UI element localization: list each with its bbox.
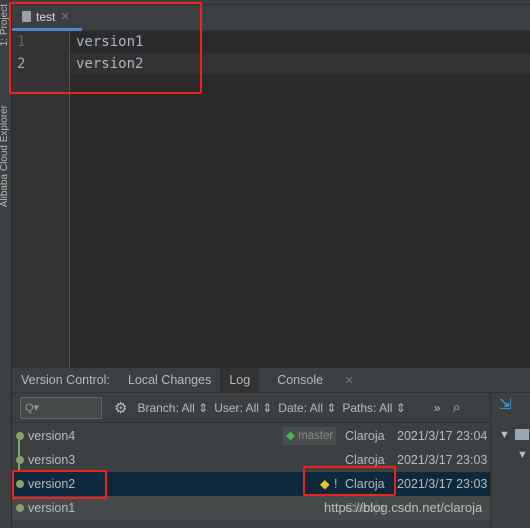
expand-arrow-icon[interactable]: ▼ — [499, 429, 510, 441]
commit-message: version4 — [28, 429, 76, 443]
commit-message: version1 — [28, 501, 76, 515]
expand-arrow-icon[interactable]: ▼ — [517, 449, 528, 461]
branch-label: ◆ master — [283, 427, 337, 445]
folder-icon — [515, 429, 529, 440]
commit-dot — [16, 432, 24, 440]
paths-filter[interactable]: Paths: All ⇕ — [342, 401, 405, 415]
commit-date: 2021/3/17 23:03 — [397, 453, 488, 467]
tab-local-changes[interactable]: Local Changes — [119, 368, 220, 393]
search-input[interactable]: Q▾ — [20, 396, 102, 419]
collapse-icon[interactable]: ⇲ — [499, 395, 512, 413]
gear-icon[interactable]: ⚙ — [114, 399, 127, 417]
highlight-box — [12, 470, 107, 499]
highlight-box — [9, 2, 202, 94]
log-toolbar: Q▾ ⚙ Branch: All ⇕ User: All ⇕ Date: All… — [12, 393, 490, 423]
search-icon[interactable]: ⌕ — [452, 399, 460, 416]
tab-console-label: Console — [277, 372, 324, 387]
close-icon[interactable]: ✕ — [336, 375, 363, 387]
tab-console[interactable]: Console ✕ — [259, 368, 372, 393]
commit-date: 2021/3/17 23:04 — [397, 429, 488, 443]
panel-title: Version Control: — [21, 372, 110, 387]
commit-dot — [16, 504, 24, 512]
user-filter[interactable]: User: All ⇕ — [214, 401, 272, 415]
tab-log[interactable]: Log — [220, 367, 260, 393]
commit-row[interactable]: version3 Claroja 2021/3/17 23:03 — [12, 448, 490, 472]
more-button[interactable]: » — [434, 401, 441, 415]
commit-date: 2021/3/17 23:03 — [397, 477, 488, 491]
panel-tabs: Version Control: Local Changes Log Conso… — [12, 367, 530, 393]
highlight-box — [303, 466, 396, 496]
date-filter[interactable]: Date: All ⇕ — [278, 401, 336, 415]
watermark: https://blog.csdn.net/claroja — [324, 500, 483, 515]
details-pane: ⇲ ▼ ▼ — [490, 393, 530, 528]
commit-author: Claroja — [345, 429, 385, 443]
alibaba-cloud-explorer-button[interactable]: Alibaba Cloud Explorer — [0, 105, 10, 207]
commit-dot — [16, 456, 24, 464]
commit-message: version3 — [28, 453, 76, 467]
branch-name: master — [298, 430, 334, 442]
tag-icon: ◆ — [286, 430, 295, 442]
commit-row[interactable]: version4 ◆ master Claroja 2021/3/17 23:0… — [12, 424, 490, 448]
branch-filter[interactable]: Branch: All ⇕ — [137, 401, 208, 415]
